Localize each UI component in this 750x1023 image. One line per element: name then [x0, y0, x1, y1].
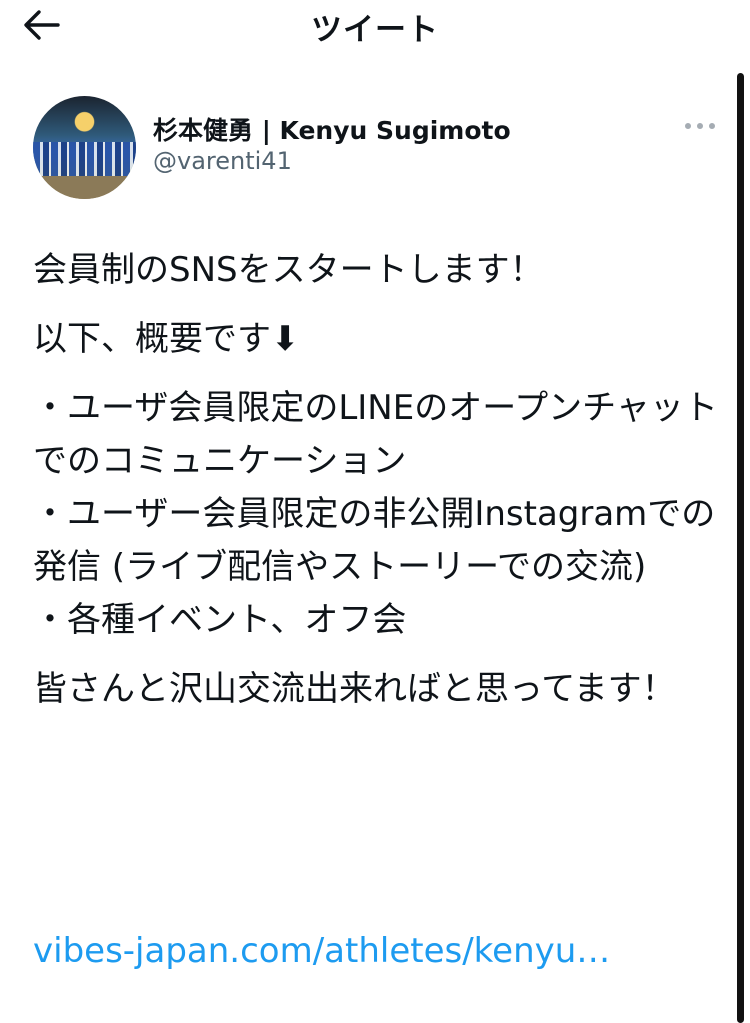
scrollbar[interactable]	[737, 73, 744, 1023]
avatar-crowd	[33, 142, 136, 178]
tweet-paragraph: 会員制のSNSをスタートします！	[33, 250, 544, 290]
tweet-paragraph: 以下、概要です⬇	[33, 319, 300, 359]
tweet-paragraph: ・ユーザ会員限定のLINEのオープンチャットでのコミュニケーション ・ユーザー会…	[33, 388, 718, 640]
author-handle[interactable]: @varenti41	[153, 147, 292, 175]
tweet-paragraph: 皆さんと沢山交流出来ればと思ってます！	[33, 669, 676, 709]
tweet-link[interactable]: vibes-japan.com/athletes/kenyu…	[33, 931, 610, 971]
avatar-ground	[33, 176, 136, 199]
page-title: ツイート	[311, 12, 439, 48]
more-horizontal-icon	[685, 123, 715, 129]
avatar[interactable]	[33, 96, 136, 199]
more-options-button[interactable]	[683, 116, 717, 136]
header-bar: ツイート	[0, 0, 750, 52]
tweet-text: 会員制のSNSをスタートします！ 以下、概要です⬇ ・ユーザ会員限定のLINEの…	[33, 244, 723, 732]
author-display-name[interactable]: 杉本健勇 | Kenyu Sugimoto	[153, 111, 511, 147]
